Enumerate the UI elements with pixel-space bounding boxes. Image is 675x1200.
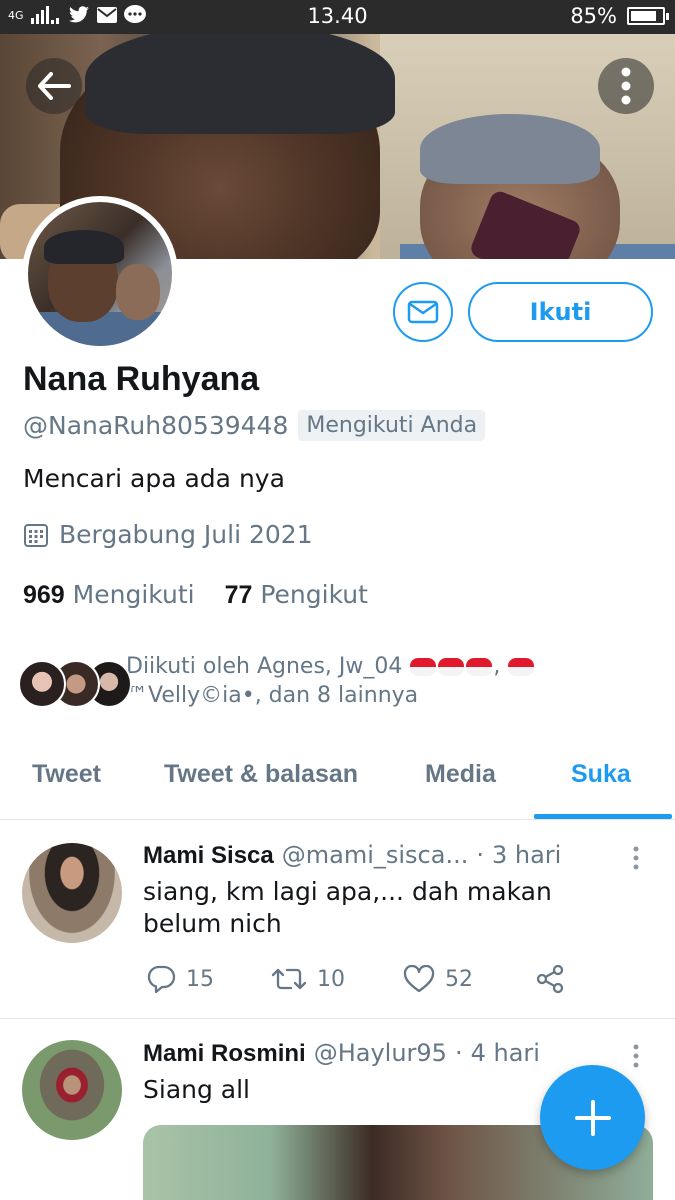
avatar-hat xyxy=(44,230,124,264)
tab-likes[interactable]: Suka xyxy=(571,760,631,789)
follow-stats: 969 Mengikuti 77 Pengikut xyxy=(23,580,368,610)
profile-handle: @NanaRuh80539448 xyxy=(23,411,289,440)
separator-dot: · xyxy=(476,841,484,869)
compose-tweet-button[interactable] xyxy=(540,1065,645,1170)
tweet-header: Mami Sisca @mami_sisca... · 3 hari xyxy=(143,841,561,870)
more-options-button[interactable] xyxy=(598,58,654,114)
retweet-icon xyxy=(271,968,307,990)
joined-date: Bergabung Juli 2021 xyxy=(23,520,313,549)
mail-icon xyxy=(407,300,439,324)
like-button[interactable]: 52 xyxy=(403,965,535,993)
tab-media[interactable]: Media xyxy=(425,760,496,789)
flag-indonesia-icon xyxy=(410,658,437,676)
calendar-icon xyxy=(24,523,48,547)
follow-button[interactable]: Ikuti xyxy=(468,282,653,342)
follows-you-badge: Mengikuti Anda xyxy=(298,410,486,441)
reply-count: 15 xyxy=(186,966,214,992)
followed-by-line2: ™Velly©ia•, dan 8 lainnya xyxy=(126,683,419,708)
followers-stat[interactable]: 77 Pengikut xyxy=(225,580,368,610)
tweet-avatar[interactable] xyxy=(22,1040,122,1140)
status-icons-right: 85% xyxy=(570,4,669,28)
tweet-time: 4 hari xyxy=(470,1039,540,1067)
profile-bio: Mencari apa ada nya xyxy=(23,464,285,493)
banner-cap xyxy=(85,34,395,134)
followed-by-text: Diikuti oleh Agnes, Jw_04 , ™Velly©ia•, … xyxy=(126,652,566,710)
joined-text: Bergabung Juli 2021 xyxy=(59,520,313,549)
tweet-header: Mami Rosmini @Haylur95 · 4 hari xyxy=(143,1039,540,1068)
back-button[interactable] xyxy=(26,58,82,114)
like-icon xyxy=(403,965,435,993)
handle-row: @NanaRuh80539448 Mengikuti Anda xyxy=(23,410,486,441)
tweet-username[interactable]: @mami_sisca... xyxy=(282,841,469,869)
tab-tweet-replies[interactable]: Tweet & balasan xyxy=(164,760,358,789)
following-count: 969 xyxy=(23,581,65,609)
profile-tabs: Tweet Tweet & balasan Media Suka xyxy=(0,740,675,820)
message-button[interactable] xyxy=(393,282,453,342)
tweet-display-name[interactable]: Mami Rosmini xyxy=(143,1040,306,1068)
status-bar: 4G 13.40 85% xyxy=(0,0,675,34)
compose-plus-icon xyxy=(574,1099,611,1136)
share-icon xyxy=(536,964,564,994)
profile-avatar[interactable] xyxy=(22,196,178,352)
tweet-more-icon[interactable] xyxy=(630,1043,642,1069)
tweet-text: siang, km lagi apa,... dah makan belum n… xyxy=(143,877,552,938)
retweet-button[interactable]: 10 xyxy=(271,964,403,994)
following-stat[interactable]: 969 Mengikuti xyxy=(23,580,195,610)
tweet-more-icon[interactable] xyxy=(630,845,642,871)
separator-dot: · xyxy=(454,1039,463,1067)
share-button[interactable] xyxy=(535,964,565,994)
tweet-display-name[interactable]: Mami Sisca xyxy=(143,842,274,870)
followed-by-section[interactable]: Diikuti oleh Agnes, Jw_04 , ™Velly©ia•, … xyxy=(18,652,566,710)
flag-indonesia-icon xyxy=(508,658,535,676)
battery-icon xyxy=(627,7,669,25)
reply-button[interactable]: 15 xyxy=(146,964,271,994)
followed-by-line1: Diikuti oleh Agnes, Jw_04 xyxy=(126,654,403,679)
more-vertical-icon xyxy=(621,67,631,105)
tweet-time: 3 hari xyxy=(491,841,562,869)
back-arrow-icon xyxy=(38,72,71,100)
avatar-face-second xyxy=(116,264,160,320)
flag-indonesia-icon xyxy=(438,658,465,676)
battery-level xyxy=(631,11,656,21)
banner-cap-second xyxy=(420,114,600,184)
followers-label: Pengikut xyxy=(260,580,368,609)
flag-indonesia-icon xyxy=(466,658,493,676)
tweet-avatar[interactable] xyxy=(22,843,122,943)
following-label: Mengikuti xyxy=(72,580,195,609)
reply-icon xyxy=(147,965,176,994)
followers-count: 77 xyxy=(224,581,253,609)
tweet-actions: 15 10 52 xyxy=(146,964,565,994)
profile-name: Nana Ruhyana xyxy=(23,360,260,398)
followed-by-avatars xyxy=(18,652,132,710)
follower-avatar xyxy=(18,660,66,708)
avatar-image xyxy=(28,202,172,346)
battery-percent: 85% xyxy=(570,4,617,28)
tab-tweet[interactable]: Tweet xyxy=(32,760,101,789)
like-count: 52 xyxy=(445,966,473,992)
active-tab-indicator xyxy=(534,814,672,819)
retweet-count: 10 xyxy=(317,966,345,992)
tweet-username[interactable]: @Haylur95 xyxy=(314,1039,447,1067)
tweet-divider xyxy=(0,1018,675,1019)
